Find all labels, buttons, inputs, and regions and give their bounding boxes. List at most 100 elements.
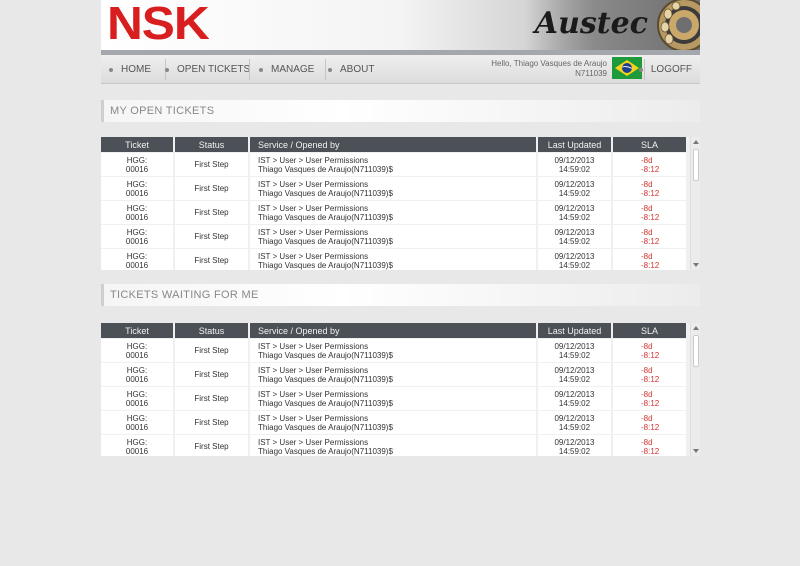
service-path: IST > User > User Permissions	[258, 389, 369, 399]
scroll-thumb[interactable]	[693, 149, 699, 181]
ticket-prefix: HGG:	[126, 251, 148, 261]
nav-item-manage[interactable]: MANAGE	[259, 55, 314, 84]
ticket-cell[interactable]: HGG: 00016	[101, 435, 173, 456]
ticket-cell[interactable]: HGG: 00016	[101, 201, 173, 224]
column-header-sla[interactable]: SLA	[613, 323, 686, 338]
section-title-my-open-tickets: MY OPEN TICKETS	[101, 100, 700, 122]
scroll-thumb[interactable]	[693, 335, 699, 367]
service-path: IST > User > User Permissions	[258, 203, 369, 213]
nav-item-open-tickets[interactable]: OPEN TICKETS	[165, 55, 250, 84]
logoff-button[interactable]: LOGOFF	[638, 55, 692, 84]
sla-cell: -8d -8:12	[613, 201, 686, 224]
column-header-sla[interactable]: SLA	[613, 137, 686, 152]
ticket-prefix: HGG:	[126, 437, 148, 447]
opened-by: Thiago Vasques de Araujo(N711039)$	[258, 398, 393, 408]
service-path: IST > User > User Permissions	[258, 365, 369, 375]
ticket-cell[interactable]: HGG: 00016	[101, 225, 173, 248]
sla-hours: -8:12	[641, 350, 660, 360]
ticket-number: 00016	[125, 164, 149, 174]
service-cell: IST > User > User Permissions Thiago Vasq…	[250, 387, 536, 410]
table-row[interactable]: HGG: 00016 First Step IST > User > User P…	[101, 411, 686, 434]
sla-days: -8d	[641, 203, 653, 213]
table-row[interactable]: HGG: 00016 First Step IST > User > User P…	[101, 249, 686, 270]
sla-cell: -8d -8:12	[613, 363, 686, 386]
column-header-last-updated[interactable]: Last Updated	[538, 323, 611, 338]
nav-divider	[325, 59, 326, 80]
table-row[interactable]: HGG: 00016 First Step IST > User > User P…	[101, 177, 686, 200]
ticket-prefix: HGG:	[126, 341, 148, 351]
last-updated-cell: 09/12/2013 14:59:02	[538, 177, 611, 200]
last-updated-cell: 09/12/2013 14:59:02	[538, 363, 611, 386]
table-row[interactable]: HGG: 00016 First Step IST > User > User P…	[101, 339, 686, 362]
service-cell: IST > User > User Permissions Thiago Vasq…	[250, 177, 536, 200]
service-cell: IST > User > User Permissions Thiago Vasq…	[250, 201, 536, 224]
column-header-status[interactable]: Status	[175, 137, 248, 152]
scrollbar[interactable]	[690, 323, 700, 456]
status-cell: First Step	[175, 411, 248, 434]
status-cell: First Step	[175, 249, 248, 270]
service-cell: IST > User > User Permissions Thiago Vasq…	[250, 339, 536, 362]
ticket-cell[interactable]: HGG: 00016	[101, 153, 173, 176]
tickets-table: Ticket Status Service / Opened by Last U…	[101, 323, 688, 456]
opened-by: Thiago Vasques de Araujo(N711039)$	[258, 422, 393, 432]
scroll-up-icon[interactable]	[693, 140, 699, 144]
nav-label: OPEN TICKETS	[177, 64, 251, 75]
status-cell: First Step	[175, 387, 248, 410]
service-cell: IST > User > User Permissions Thiago Vasq…	[250, 363, 536, 386]
nav-item-about[interactable]: ABOUT	[328, 55, 374, 84]
ticket-cell[interactable]: HGG: 00016	[101, 339, 173, 362]
ticket-cell[interactable]: HGG: 00016	[101, 177, 173, 200]
logoff-label: LOGOFF	[650, 64, 692, 75]
column-header-status[interactable]: Status	[175, 323, 248, 338]
ticket-prefix: HGG:	[126, 365, 148, 375]
service-path: IST > User > User Permissions	[258, 341, 369, 351]
sla-cell: -8d -8:12	[613, 249, 686, 270]
sla-days: -8d	[641, 389, 653, 399]
bullet-icon	[638, 67, 643, 72]
sla-days: -8d	[641, 437, 653, 447]
ticket-number: 00016	[125, 236, 149, 246]
updated-time: 14:59:02	[558, 236, 591, 246]
opened-by: Thiago Vasques de Araujo(N711039)$	[258, 236, 393, 246]
table-row[interactable]: HGG: 00016 First Step IST > User > User P…	[101, 225, 686, 248]
scroll-up-icon[interactable]	[693, 326, 699, 330]
ticket-cell[interactable]: HGG: 00016	[101, 411, 173, 434]
brazil-flag-icon[interactable]	[612, 57, 642, 79]
table-row[interactable]: HGG: 00016 First Step IST > User > User P…	[101, 387, 686, 410]
scrollbar[interactable]	[690, 137, 700, 270]
sla-cell: -8d -8:12	[613, 387, 686, 410]
sla-days: -8d	[641, 179, 653, 189]
last-updated-cell: 09/12/2013 14:59:02	[538, 411, 611, 434]
ticket-number: 00016	[125, 212, 149, 222]
last-updated-cell: 09/12/2013 14:59:02	[538, 201, 611, 224]
nsk-logo[interactable]: NSK	[107, 0, 210, 46]
updated-date: 09/12/2013	[554, 413, 595, 423]
column-header-ticket[interactable]: Ticket	[101, 323, 173, 338]
section-title-tickets-waiting: TICKETS WAITING FOR ME	[101, 284, 700, 306]
updated-date: 09/12/2013	[554, 155, 595, 165]
table-row[interactable]: HGG: 00016 First Step IST > User > User P…	[101, 153, 686, 176]
column-header-last-updated[interactable]: Last Updated	[538, 137, 611, 152]
service-path: IST > User > User Permissions	[258, 251, 369, 261]
ticket-cell[interactable]: HGG: 00016	[101, 249, 173, 270]
last-updated-cell: 09/12/2013 14:59:02	[538, 435, 611, 456]
ticket-cell[interactable]: HGG: 00016	[101, 387, 173, 410]
sla-cell: -8d -8:12	[613, 339, 686, 362]
scroll-down-icon[interactable]	[693, 449, 699, 453]
updated-time: 14:59:02	[558, 212, 591, 222]
table-row[interactable]: HGG: 00016 First Step IST > User > User P…	[101, 363, 686, 386]
table-row[interactable]: HGG: 00016 First Step IST > User > User P…	[101, 435, 686, 456]
service-cell: IST > User > User Permissions Thiago Vasq…	[250, 225, 536, 248]
column-header-service[interactable]: Service / Opened by	[250, 323, 536, 338]
ticket-number: 00016	[125, 374, 149, 384]
updated-date: 09/12/2013	[554, 341, 595, 351]
table-row[interactable]: HGG: 00016 First Step IST > User > User P…	[101, 201, 686, 224]
updated-date: 09/12/2013	[554, 203, 595, 213]
nav-item-home[interactable]: HOME	[109, 55, 151, 84]
ticket-number: 00016	[125, 188, 149, 198]
column-header-ticket[interactable]: Ticket	[101, 137, 173, 152]
sla-days: -8d	[641, 251, 653, 261]
scroll-down-icon[interactable]	[693, 263, 699, 267]
column-header-service[interactable]: Service / Opened by	[250, 137, 536, 152]
ticket-cell[interactable]: HGG: 00016	[101, 363, 173, 386]
